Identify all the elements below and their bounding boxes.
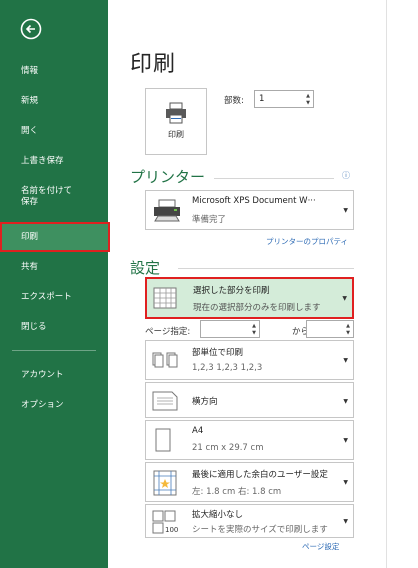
print-button-label: 印刷 — [168, 130, 184, 139]
nav-save-as-label-1: 名前を付けて — [21, 186, 73, 196]
preview-divider — [386, 0, 387, 568]
scaling-dropdown[interactable]: 100 拡大縮小なし シートを実際のサイズで印刷します ▼ — [145, 504, 354, 538]
page-title: 印刷 — [130, 52, 177, 77]
printer-section-title: プリンター — [130, 168, 206, 186]
copies-value: 1 — [259, 94, 265, 104]
pages-to-stepper[interactable]: ▲ ▼ — [306, 320, 354, 338]
selection-grid-icon — [153, 287, 177, 309]
settings-section-title: 設定 — [130, 259, 161, 277]
paper-size-dropdown[interactable]: A4 21 cm x 29.7 cm ▼ — [145, 420, 354, 460]
print-button[interactable]: 印刷 — [145, 88, 207, 155]
scaling-title: 拡大縮小なし — [192, 510, 244, 520]
printer-status: 準備完了 — [192, 215, 227, 225]
backstage-sidebar: 情報 新規 開く 上書き保存 名前を付けて 保存 印刷 共有 エクスポート 閉じ… — [0, 0, 110, 568]
pages-from-stepper[interactable]: ▲ ▼ — [200, 320, 260, 338]
spin-arrows-icon[interactable]: ▲ ▼ — [306, 93, 310, 107]
nav-print-selected[interactable] — [0, 222, 110, 252]
collated-pages-icon — [152, 352, 178, 368]
nav-divider — [12, 350, 96, 351]
copies-label: 部数: — [224, 96, 244, 106]
paper-size-title: A4 — [192, 426, 204, 436]
landscape-page-icon — [152, 391, 178, 411]
collate-title: 部単位で印刷 — [192, 348, 244, 358]
svg-text:100: 100 — [165, 526, 178, 534]
dropdown-arrow-icon: ▼ — [343, 479, 348, 486]
nav-save-label: 上書き保存 — [21, 156, 64, 166]
margins-desc: 左: 1.8 cm 右: 1.8 cm — [192, 487, 282, 497]
nav-account-label: アカウント — [21, 370, 64, 380]
section-divider — [214, 178, 334, 179]
nav-open-label: 開く — [21, 126, 39, 136]
print-what-desc: 現在の選択部分のみを印刷します — [193, 303, 321, 313]
nav-new-label: 新規 — [21, 96, 39, 106]
no-scaling-icon: 100 — [152, 510, 178, 534]
orientation-title: 横方向 — [192, 397, 218, 407]
print-what-dropdown[interactable]: 選択した部分を印刷 現在の選択部分のみを印刷します ▼ — [145, 277, 354, 319]
collate-dropdown[interactable]: 部単位で印刷 1,2,3 1,2,3 1,2,3 ▼ — [145, 340, 354, 380]
nav-save-as-label-2: 保存 — [21, 197, 39, 207]
collate-desc: 1,2,3 1,2,3 1,2,3 — [192, 363, 263, 373]
paper-size-desc: 21 cm x 29.7 cm — [192, 443, 264, 453]
nav-share-label: 共有 — [21, 262, 39, 272]
spin-arrows-icon[interactable]: ▲ ▼ — [346, 323, 350, 337]
pages-label: ページ指定: — [145, 327, 191, 337]
back-arrow-icon[interactable] — [20, 18, 42, 40]
portrait-page-icon — [155, 428, 171, 452]
margins-icon — [153, 470, 177, 496]
dropdown-arrow-icon: ▼ — [343, 357, 348, 364]
printer-name: Microsoft XPS Document W··· — [192, 196, 316, 206]
nav-info-label: 情報 — [21, 66, 39, 76]
printer-dropdown[interactable]: Microsoft XPS Document W··· 準備完了 ▼ — [145, 190, 354, 230]
copies-stepper[interactable]: 1 ▲ ▼ — [254, 90, 314, 108]
dropdown-arrow-icon: ▼ — [343, 207, 348, 214]
printer-device-icon — [154, 199, 180, 222]
printer-icon — [166, 102, 186, 124]
dropdown-arrow-icon: ▼ — [343, 437, 348, 444]
dropdown-arrow-icon: ▼ — [342, 295, 347, 302]
dropdown-arrow-icon: ▼ — [343, 398, 348, 405]
nav-export-label: エクスポート — [21, 292, 72, 302]
nav-print-label: 印刷 — [21, 232, 39, 242]
print-panel: 印刷 印刷 部数: 1 ▲ ▼ プリンター ⓘ Microsoft XPS Doc… — [108, 0, 418, 568]
orientation-dropdown[interactable]: 横方向 ▼ — [145, 382, 354, 418]
dropdown-arrow-icon: ▼ — [343, 518, 348, 525]
spin-arrows-icon[interactable]: ▲ ▼ — [252, 323, 256, 337]
margins-dropdown[interactable]: 最後に適用した余白のユーザー設定 左: 1.8 cm 右: 1.8 cm ▼ — [145, 462, 354, 502]
print-what-title: 選択した部分を印刷 — [193, 286, 270, 296]
nav-options-label: オプション — [21, 400, 64, 410]
info-icon[interactable]: ⓘ — [342, 170, 350, 181]
margins-title: 最後に適用した余白のユーザー設定 — [192, 470, 328, 480]
printer-properties-link[interactable]: プリンターのプロパティ — [266, 236, 348, 247]
section-divider — [178, 268, 354, 269]
scaling-desc: シートを実際のサイズで印刷します — [192, 525, 328, 535]
page-setup-link[interactable]: ページ設定 — [302, 541, 339, 552]
nav-close-label: 閉じる — [21, 322, 47, 332]
